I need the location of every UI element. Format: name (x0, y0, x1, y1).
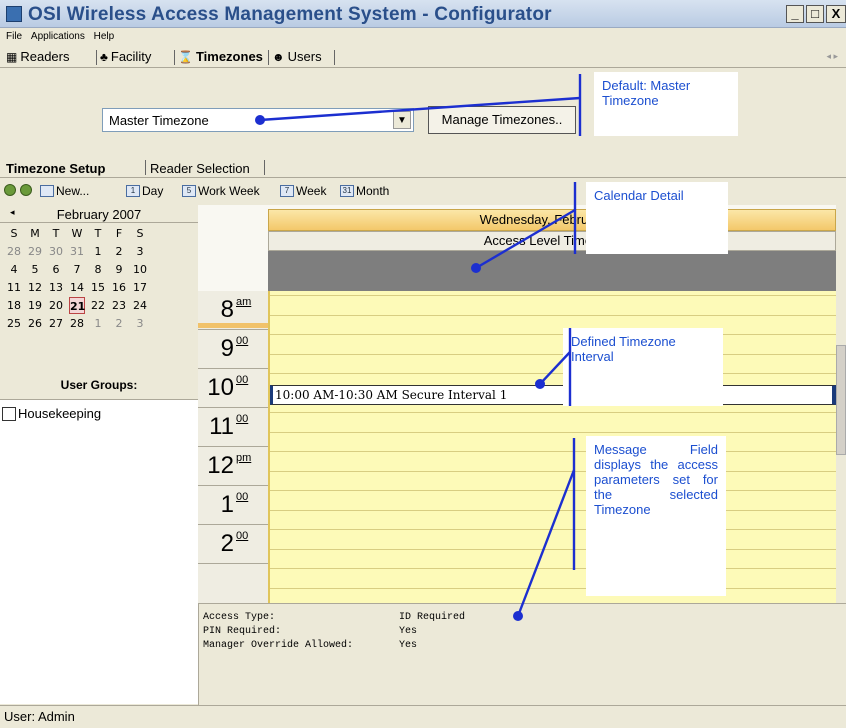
leader-dot-interval (535, 379, 545, 389)
callout-leader-lines (255, 74, 582, 621)
leader-dot-default (255, 115, 265, 125)
leader-dot-calendar (471, 263, 481, 273)
leader-line-message (516, 469, 576, 617)
leader-dot-message (513, 611, 523, 621)
leader-line-calendar (475, 208, 576, 270)
leader-line-default (259, 96, 581, 122)
leader-line-interval (539, 351, 571, 385)
